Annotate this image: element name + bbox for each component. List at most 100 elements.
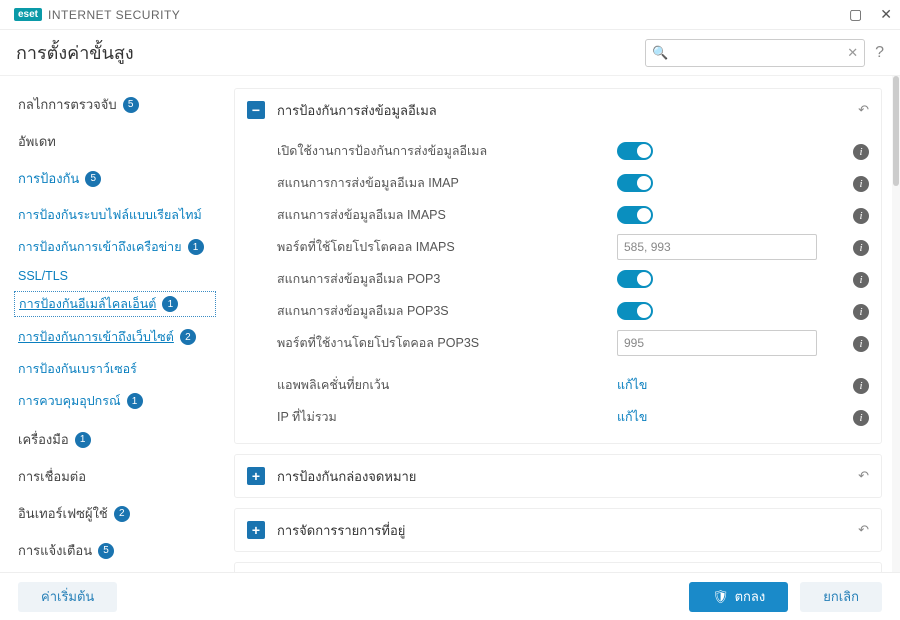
port-input[interactable]	[617, 330, 817, 356]
titlebar: eset INTERNET SECURITY ▢ ✕	[0, 0, 900, 30]
undo-icon[interactable]: ↶	[858, 102, 869, 118]
setting-row: สแกนการส่งข้อมูลอีเมล POP3 i	[277, 263, 869, 295]
badge: 1	[188, 239, 204, 255]
sidebar-sub-device-control[interactable]: การควบคุมอุปกรณ์ 1	[18, 387, 212, 425]
sidebar-item-label: SSL/TLS	[18, 269, 68, 283]
info-icon[interactable]: i	[853, 271, 869, 288]
clear-search-icon[interactable]: ✕	[847, 45, 858, 61]
sidebar-sub-ssltls[interactable]: SSL/TLS	[18, 265, 212, 291]
sidebar-item-connect[interactable]: การเชื่อมต่อ	[18, 462, 212, 499]
toggle-switch[interactable]	[617, 270, 653, 288]
sidebar-item-ui[interactable]: อินเทอร์เฟซผู้ใช้ 2	[18, 499, 212, 536]
sidebar-item-label: อินเทอร์เฟซผู้ใช้	[18, 503, 108, 524]
setting-label: พอร์ตที่ใช้โดยโปรโตคอล IMAPS	[277, 237, 617, 257]
setting-label: IP ที่ไม่รวม	[277, 407, 617, 427]
setting-row: แอพพลิเคชั่นที่ยกเว้นแก้ไขi	[277, 369, 869, 401]
header-row: การตั้งค่าขั้นสูง 🔍 ✕ ?	[0, 30, 900, 76]
sidebar-item-protection[interactable]: การป้องกัน 5	[18, 164, 212, 201]
expand-icon[interactable]: +	[247, 521, 265, 539]
sidebar-sub-realtime[interactable]: การป้องกันระบบไฟล์แบบเรียลไทม์	[18, 201, 212, 233]
scrollbar-thumb[interactable]	[893, 76, 899, 186]
expand-icon[interactable]: +	[247, 467, 265, 485]
sidebar-sub-email-client[interactable]: การป้องกันอีเมล์ไคลเอ็นต์ 1	[14, 291, 216, 317]
sidebar-item-label: การป้องกัน	[18, 168, 79, 189]
sidebar-item-label: การควบคุมอุปกรณ์	[18, 391, 121, 411]
scrollbar[interactable]	[892, 76, 900, 572]
collapse-icon[interactable]: −	[247, 101, 265, 119]
sidebar-item-label: การป้องกันการเข้าถึงเครือข่าย	[18, 237, 182, 257]
panel-header[interactable]: + การจัดการรายการที่อยู่↶	[235, 509, 881, 551]
search-icon: 🔍	[652, 45, 668, 61]
toggle-switch[interactable]	[617, 174, 653, 192]
content-area: − การป้องกันการส่งข้อมูลอีเมล ↶ เปิดใช้ง…	[222, 76, 900, 572]
undo-icon[interactable]: ↶	[858, 522, 869, 538]
port-input[interactable]	[617, 234, 817, 260]
sidebar-item-label: การแจ้งเตือน	[18, 540, 92, 561]
setting-label: สแกนการส่งข้อมูลอีเมล POP3	[277, 269, 617, 289]
setting-label: สแกนการส่งข้อมูลอีเมล POP3S	[277, 301, 617, 321]
panel-header[interactable]: +ThreatSense↶	[235, 563, 881, 572]
cancel-button[interactable]: ยกเลิก	[800, 582, 882, 612]
panel-title: การป้องกันการส่งข้อมูลอีเมล	[277, 100, 858, 121]
sidebar-item-label: การป้องกันการเข้าถึงเว็บไซต์	[18, 327, 174, 347]
edit-link[interactable]: แก้ไข	[617, 378, 647, 392]
search-input[interactable]	[672, 46, 847, 60]
undo-icon[interactable]: ↶	[858, 468, 869, 484]
badge: 5	[123, 97, 139, 113]
footer: ค่าเริ่มต้น 🛡 ตกลง ยกเลิก	[0, 572, 900, 620]
setting-row: สแกนการส่งข้อมูลอีเมล POP3S i	[277, 295, 869, 327]
window-maximize-icon[interactable]: ▢	[849, 6, 862, 23]
panel-collapsed: +ThreatSense↶	[234, 562, 882, 572]
sidebar-sub-network[interactable]: การป้องกันการเข้าถึงเครือข่าย 1	[18, 233, 212, 265]
panel-title: การจัดการรายการที่อยู่	[277, 520, 858, 541]
panel-collapsed: + การจัดการรายการที่อยู่↶	[234, 508, 882, 552]
panel-title: การป้องกันกล่องจดหมาย	[277, 466, 858, 487]
setting-row: พอร์ตที่ใช้โดยโปรโตคอล IMAPS i	[277, 231, 869, 263]
ok-button-label: ตกลง	[735, 586, 766, 607]
toggle-switch[interactable]	[617, 302, 653, 320]
search-box[interactable]: 🔍 ✕	[645, 39, 865, 67]
help-icon[interactable]: ?	[875, 44, 884, 62]
info-icon[interactable]: i	[853, 377, 869, 394]
setting-row: สแกนการส่งข้อมูลอีเมล IMAPSi	[277, 199, 869, 231]
setting-row: สแกนการการส่งข้อมูลอีเมล IMAPi	[277, 167, 869, 199]
setting-row: พอร์ตที่ใช้งานโดยโปรโตคอล POP3S i	[277, 327, 869, 359]
brand-logo: eset	[14, 8, 42, 21]
info-icon[interactable]: i	[853, 239, 869, 256]
edit-link[interactable]: แก้ไข	[617, 410, 647, 424]
badge: 1	[127, 393, 143, 409]
sidebar: กลไกการตรวจจับ 5 อัพเดท การป้องกัน 5 การ…	[0, 76, 222, 572]
sidebar-item-notify[interactable]: การแจ้งเตือน 5	[18, 536, 212, 572]
sidebar-item-update[interactable]: อัพเดท	[18, 127, 212, 164]
sidebar-item-label: การเชื่อมต่อ	[18, 466, 86, 487]
brand-text: INTERNET SECURITY	[48, 8, 180, 22]
toggle-switch[interactable]	[617, 142, 653, 160]
sidebar-item-label: การป้องกันเบราว์เซอร์	[18, 359, 137, 379]
toggle-switch[interactable]	[617, 206, 653, 224]
panel-email-protection: − การป้องกันการส่งข้อมูลอีเมล ↶ เปิดใช้ง…	[234, 88, 882, 444]
sidebar-sub-web-access[interactable]: การป้องกันการเข้าถึงเว็บไซต์ 2	[18, 323, 212, 355]
sidebar-item-label: การป้องกันระบบไฟล์แบบเรียลไทม์	[18, 205, 202, 225]
badge: 2	[114, 506, 130, 522]
info-icon[interactable]: i	[853, 303, 869, 320]
info-icon[interactable]: i	[853, 175, 869, 192]
info-icon[interactable]: i	[853, 143, 869, 160]
panel-header-email[interactable]: − การป้องกันการส่งข้อมูลอีเมล ↶	[235, 89, 881, 131]
brand: eset INTERNET SECURITY	[14, 8, 180, 22]
badge: 1	[162, 296, 178, 312]
shield-icon: 🛡	[712, 589, 729, 605]
setting-label: พอร์ตที่ใช้งานโดยโปรโตคอล POP3S	[277, 333, 617, 353]
info-icon[interactable]: i	[853, 335, 869, 352]
window-close-icon[interactable]: ✕	[880, 6, 892, 23]
default-button[interactable]: ค่าเริ่มต้น	[18, 582, 117, 612]
sidebar-item-tools[interactable]: เครื่องมือ 1	[18, 425, 212, 462]
panel-header[interactable]: + การป้องกันกล่องจดหมาย↶	[235, 455, 881, 497]
sidebar-item-label: อัพเดท	[18, 131, 56, 152]
info-icon[interactable]: i	[853, 409, 869, 426]
sidebar-item-label: การป้องกันอีเมล์ไคลเอ็นต์	[19, 294, 156, 314]
setting-label: เปิดใช้งานการป้องกันการส่งข้อมูลอีเมล	[277, 141, 617, 161]
info-icon[interactable]: i	[853, 207, 869, 224]
ok-button[interactable]: 🛡 ตกลง	[689, 582, 788, 612]
sidebar-item-detection[interactable]: กลไกการตรวจจับ 5	[18, 90, 212, 127]
sidebar-sub-browser[interactable]: การป้องกันเบราว์เซอร์	[18, 355, 212, 387]
